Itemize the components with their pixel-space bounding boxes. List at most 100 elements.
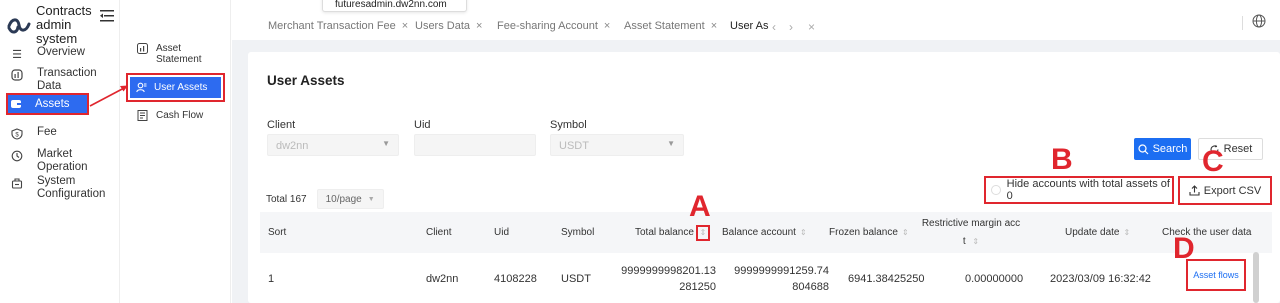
transaction-icon [10, 68, 24, 82]
page-title: User Assets [267, 73, 345, 88]
symbol-value: USDT [559, 140, 589, 152]
symbol-select[interactable]: USDT ▼ [550, 134, 684, 156]
cell-value: 9999999991259.74 [734, 265, 829, 277]
column-header-label: Frozen balance [829, 227, 898, 238]
sidebar-item-label: Assets [35, 97, 70, 110]
tab-user-assets[interactable]: User As [730, 20, 769, 32]
tab-label: Users Data [415, 20, 471, 32]
cell-total-balance: 9999999998201.13 281250 [616, 255, 716, 303]
uid-input[interactable] [414, 134, 536, 156]
sort-icon[interactable]: ⇕ [1124, 228, 1131, 237]
sidebar: Contracts admin system ☰ Overview Transa… [0, 0, 120, 303]
asset-flows-link[interactable]: Asset flows [1186, 259, 1246, 291]
cell-uid: 4108228 [494, 273, 537, 285]
uid-label: Uid [414, 119, 431, 131]
annotation-marker-a: A [689, 190, 711, 223]
sort-icon[interactable]: ⇕ [695, 224, 710, 241]
cell-symbol: USDT [561, 273, 591, 285]
column-header-client: Client [426, 227, 452, 238]
sort-icon[interactable]: ⇕ [972, 237, 979, 246]
sidebar-item-label: Market Operation [37, 148, 88, 173]
table-scrollbar[interactable] [1253, 252, 1259, 303]
url-tooltip: futuresadmin.dw2nn.com [322, 0, 467, 12]
column-header-label: Update date [1065, 227, 1120, 238]
column-header-label: t [962, 235, 966, 247]
menu-collapse-icon[interactable] [100, 10, 114, 22]
annotation-marker-c: C [1202, 145, 1224, 178]
menu-icon: ☰ [12, 48, 22, 61]
close-icon[interactable]: × [808, 20, 815, 34]
sidebar-item-fee[interactable]: $ Fee [10, 126, 115, 141]
cell-update-date: 2023/03/09 16:32:42 [1050, 273, 1151, 285]
submenu-item-cash-flow[interactable]: Cash Flow [137, 110, 203, 122]
column-header-balance-account[interactable]: Balance account ⇕ [722, 212, 807, 253]
close-icon[interactable]: × [402, 20, 408, 32]
client-label: Client [267, 119, 296, 131]
asset-flows-label: Asset flows [1193, 270, 1239, 280]
cell-client: dw2nn [426, 273, 459, 285]
sidebar-item-label: Fee [37, 126, 57, 138]
tab-label: Merchant Transaction Fee [268, 20, 396, 32]
sort-icon[interactable]: ⇕ [800, 228, 807, 237]
annotation-marker-b: B [1051, 143, 1073, 176]
page-size-select[interactable]: 10/page ▼ [316, 189, 384, 209]
submenu-item-asset-statement[interactable]: Asset Statement [137, 43, 228, 65]
submenu-item-label: Cash Flow [156, 110, 204, 121]
sidebar-item-system-configuration[interactable]: System Configuration [10, 175, 115, 201]
column-header-update-date[interactable]: Update date ⇕ [1065, 212, 1130, 253]
globe-icon[interactable] [1252, 14, 1266, 28]
divider [1242, 16, 1243, 30]
pagination-summary: Total 167 10/page ▼ [266, 189, 384, 209]
tab-label: Fee-sharing Account [497, 20, 598, 32]
tab-users-data[interactable]: Users Data × [415, 20, 482, 32]
hide-zero-assets-radio[interactable] [991, 185, 1001, 195]
close-icon[interactable]: × [604, 20, 610, 32]
symbol-label: Symbol [550, 119, 587, 131]
sidebar-item-overview[interactable]: ☰ Overview [10, 46, 115, 61]
annotation-arrow [89, 85, 128, 107]
tab-label: User As [730, 20, 769, 32]
cell-value: 804688 [792, 281, 829, 293]
main-area: Merchant Transaction Fee × Users Data × Fe… [232, 0, 1280, 303]
search-button[interactable]: Search [1134, 138, 1191, 160]
sort-icon[interactable]: ⇕ [902, 228, 909, 237]
tab-merchant-transaction-fee[interactable]: Merchant Transaction Fee × [268, 20, 408, 32]
logo: Contracts admin system [6, 4, 106, 46]
chevron-left-icon[interactable]: ‹ [772, 20, 776, 34]
cell-sort: 1 [268, 273, 275, 285]
search-icon [1137, 143, 1148, 154]
upload-icon [1189, 185, 1200, 196]
close-icon[interactable]: × [711, 20, 717, 32]
tab-asset-statement[interactable]: Asset Statement × [624, 20, 717, 32]
sidebar-item-market-operation[interactable]: Market Operation [10, 148, 115, 174]
hide-zero-assets-option[interactable]: Hide accounts with total assets of 0 [984, 176, 1174, 204]
chevron-right-icon[interactable]: › [789, 20, 793, 34]
tab-fee-sharing-account[interactable]: Fee-sharing Account × [497, 20, 610, 32]
annotation-marker-d: D [1173, 232, 1195, 265]
statement-icon [137, 43, 149, 55]
assets-icon [10, 97, 22, 111]
client-value: dw2nn [276, 140, 309, 152]
submenu: Asset Statement User Assets Cash Flow [121, 0, 231, 303]
column-header-restrictive-margin[interactable]: Restrictive margin acc t ⇕ [917, 212, 1025, 253]
sidebar-item-assets[interactable]: Assets [6, 93, 89, 115]
cell-value: 281250 [679, 281, 716, 293]
user-icon [136, 82, 148, 94]
total-count: Total 167 [266, 193, 307, 205]
close-icon[interactable]: × [476, 20, 482, 32]
column-header-label: Restrictive margin acc [921, 217, 1021, 229]
export-csv-button[interactable]: Export CSV [1178, 176, 1272, 205]
chevron-down-icon: ▼ [382, 139, 390, 148]
logo-icon [7, 18, 31, 34]
client-select[interactable]: dw2nn ▼ [267, 134, 399, 156]
table-header: Sort Client Uid Symbol Total balance ⇕ B… [260, 212, 1272, 253]
chevron-down-icon: ▼ [667, 139, 675, 148]
export-csv-label: Export CSV [1203, 184, 1262, 197]
submenu-item-label: User Assets [154, 82, 208, 93]
table-row: 1 dw2nn 4108228 USDT 9999999998201.13 28… [260, 255, 1272, 303]
column-header-symbol: Symbol [561, 227, 595, 238]
cell-value: 9999999998201.13 [621, 265, 716, 277]
column-header-frozen-balance[interactable]: Frozen balance ⇕ [829, 212, 909, 253]
submenu-item-user-assets[interactable]: User Assets [126, 73, 225, 102]
page-size-value: 10/page [325, 193, 362, 205]
